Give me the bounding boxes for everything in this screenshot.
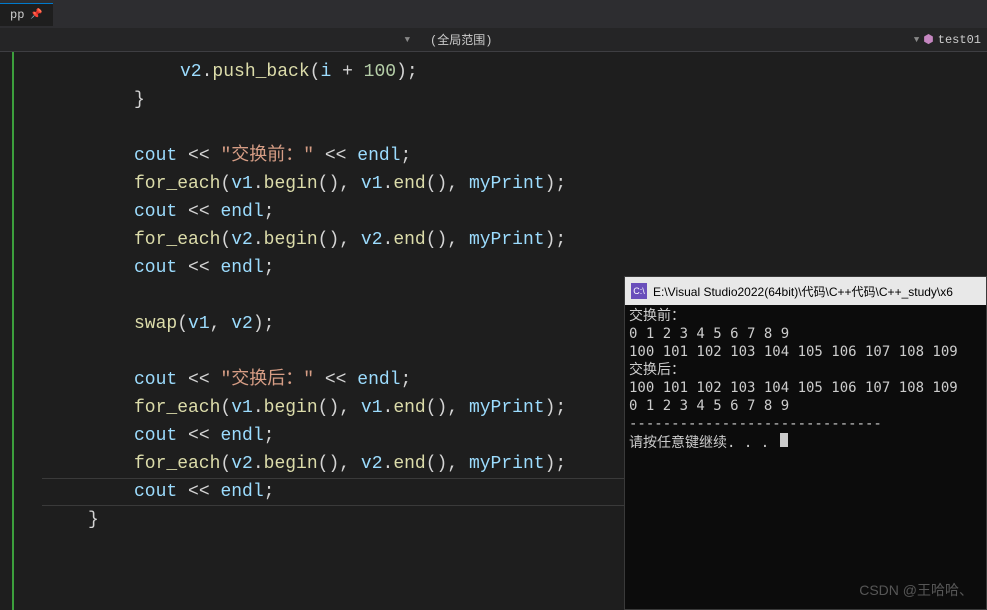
tab-bar: pp 📌 bbox=[0, 0, 987, 28]
cursor-icon bbox=[780, 433, 788, 447]
code-line[interactable]: cout << "交换前：" << endl; bbox=[42, 142, 987, 170]
change-gutter bbox=[0, 52, 14, 610]
code-line[interactable]: cout << endl; bbox=[42, 198, 987, 226]
console-line: 100 101 102 103 104 105 106 107 108 109 bbox=[629, 343, 982, 361]
console-line: 请按任意键继续. . . bbox=[629, 433, 982, 452]
scope-label: (全局范围) bbox=[430, 34, 492, 48]
project-label: test01 bbox=[938, 33, 981, 47]
code-line[interactable] bbox=[42, 114, 987, 142]
chevron-down-icon: ▼ bbox=[914, 35, 919, 45]
code-line[interactable]: for_each(v2.begin(), v2.end(), myPrint); bbox=[42, 226, 987, 254]
project-dropdown[interactable]: ▼ ⬢ test01 bbox=[914, 32, 987, 47]
console-line: 0 1 2 3 4 5 6 7 8 9 bbox=[629, 397, 982, 415]
console-titlebar[interactable]: C:\ E:\Visual Studio2022(64bit)\代码\C++代码… bbox=[625, 277, 986, 305]
console-line: ------------------------------ bbox=[629, 415, 982, 433]
scope-dropdown-left[interactable]: ▼ bbox=[0, 35, 410, 45]
context-bar: ▼ (全局范围) ▼ ⬢ test01 bbox=[0, 28, 987, 52]
fold-gutter[interactable] bbox=[14, 52, 32, 610]
console-line: 交换后： bbox=[629, 361, 982, 379]
console-line: 0 1 2 3 4 5 6 7 8 9 bbox=[629, 325, 982, 343]
console-line: 交换前： bbox=[629, 307, 982, 325]
console-line: 100 101 102 103 104 105 106 107 108 109 bbox=[629, 379, 982, 397]
file-tab[interactable]: pp 📌 bbox=[0, 3, 53, 26]
watermark: CSDN @王哈哈、 bbox=[859, 580, 973, 600]
console-window: C:\ E:\Visual Studio2022(64bit)\代码\C++代码… bbox=[624, 276, 987, 610]
cube-icon: ⬢ bbox=[923, 32, 933, 47]
console-title-text: E:\Visual Studio2022(64bit)\代码\C++代码\C++… bbox=[653, 283, 953, 300]
code-line[interactable]: } bbox=[42, 86, 987, 114]
pin-icon[interactable]: 📌 bbox=[30, 9, 42, 21]
scope-dropdown-center[interactable]: (全局范围) bbox=[410, 31, 914, 48]
console-output[interactable]: 交换前：0 1 2 3 4 5 6 7 8 9100 101 102 103 1… bbox=[625, 305, 986, 609]
code-line[interactable]: for_each(v1.begin(), v1.end(), myPrint); bbox=[42, 170, 987, 198]
code-line[interactable]: v2.push_back(i + 100); bbox=[42, 58, 987, 86]
tab-label: pp bbox=[10, 8, 24, 22]
terminal-icon: C:\ bbox=[631, 283, 647, 299]
